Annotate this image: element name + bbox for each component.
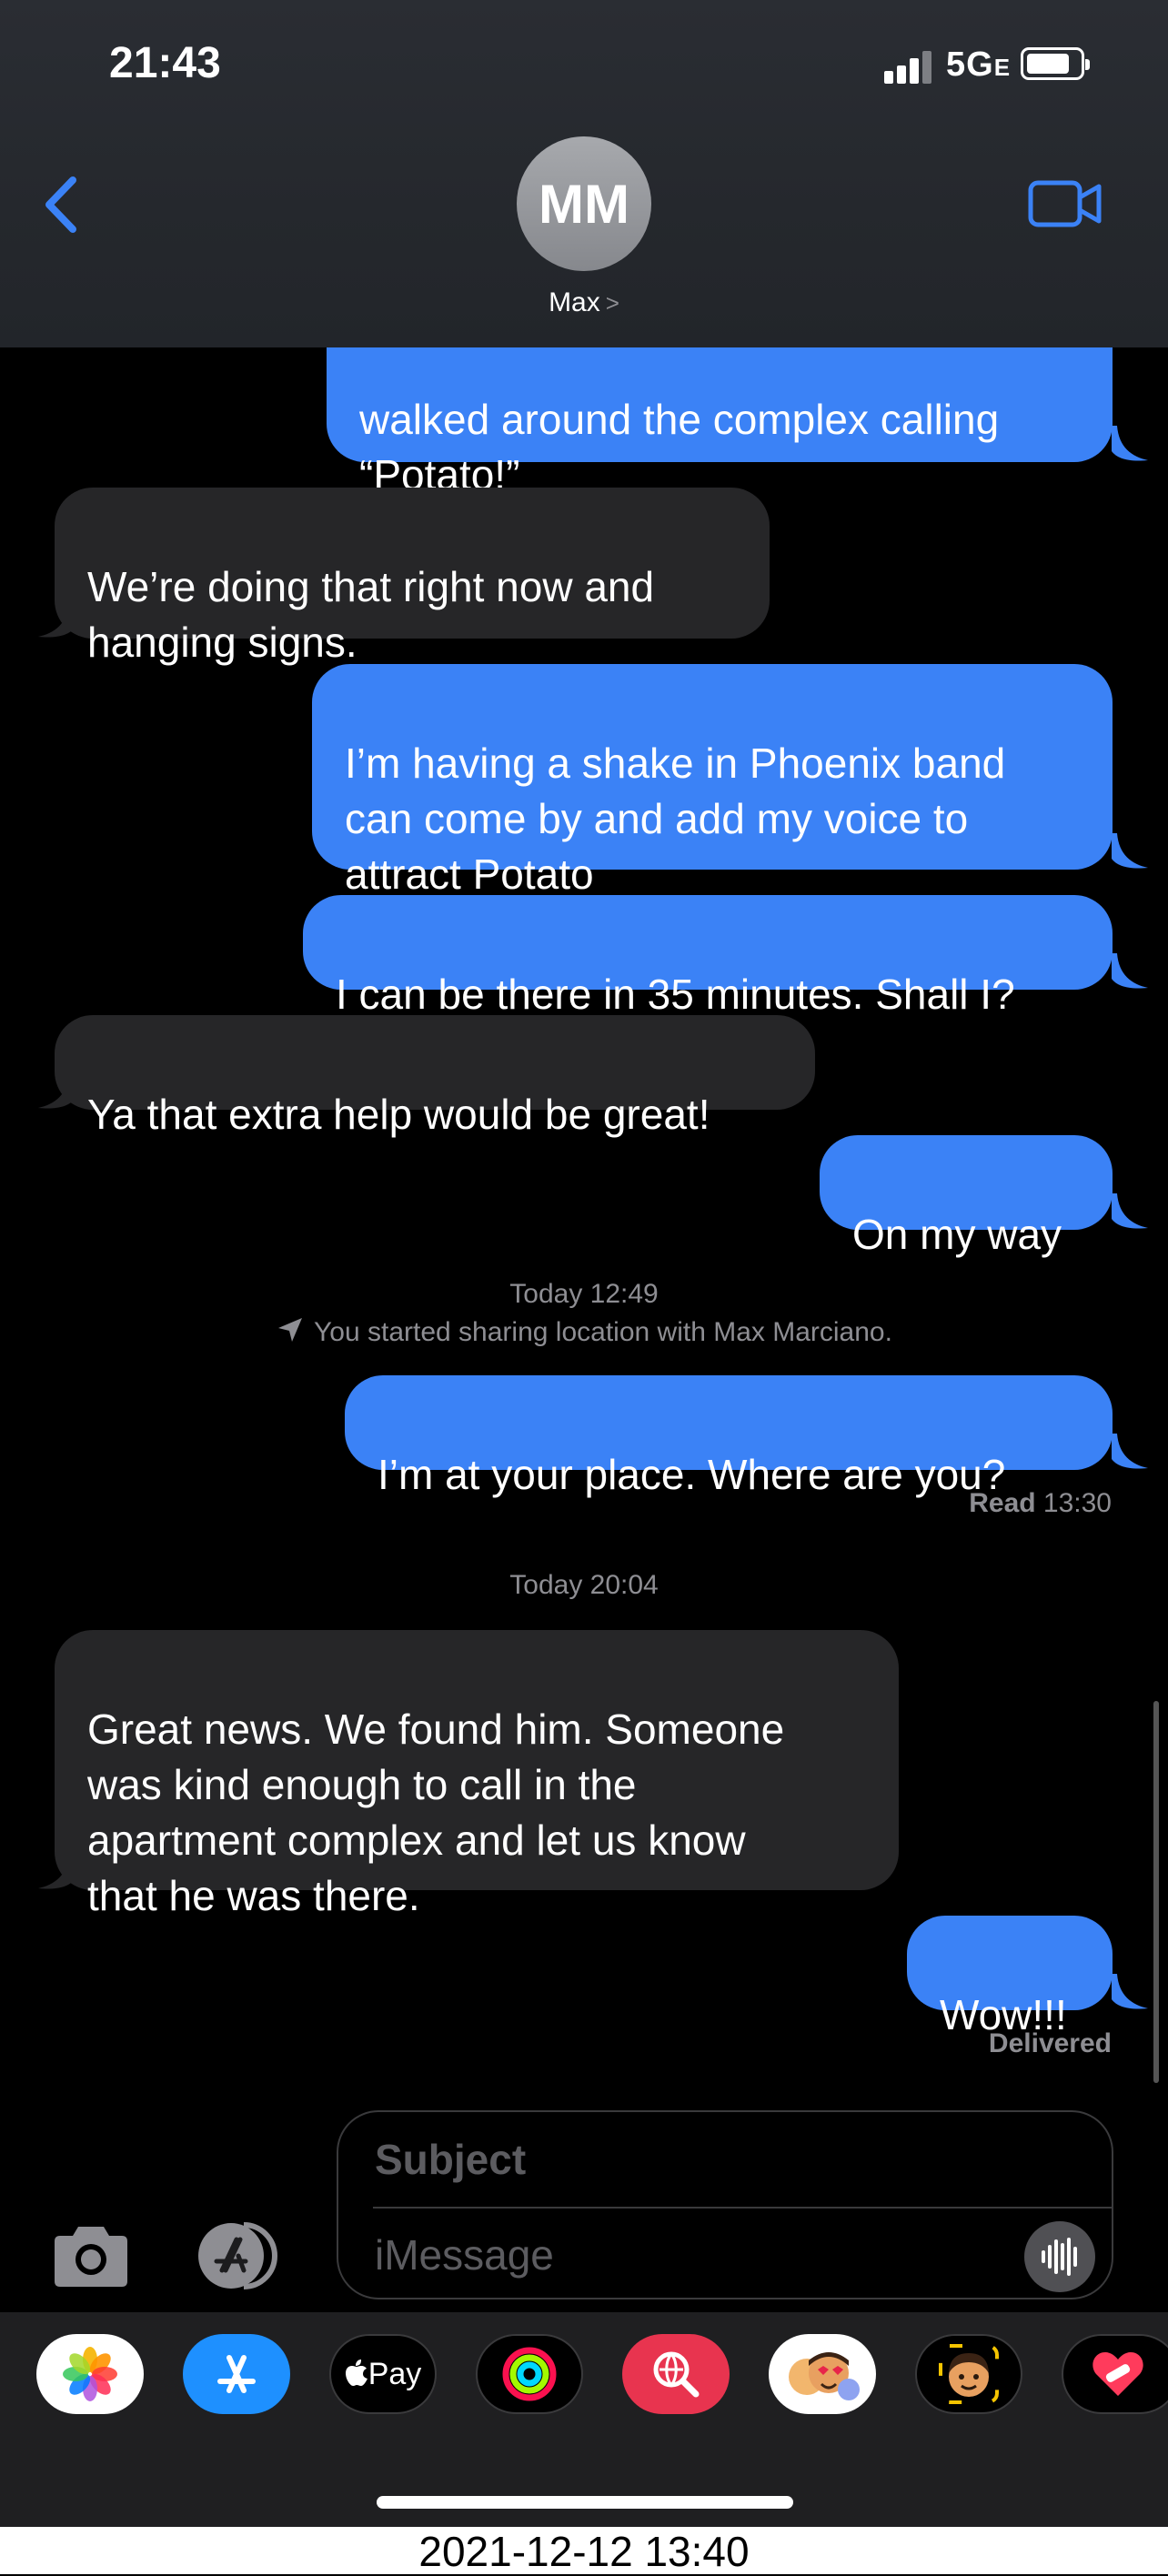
message-bubble-received[interactable]: Great news. We found him. Someone was ki… [55,1630,899,1919]
bubble-tail-icon [38,602,75,638]
activity-icon[interactable] [476,2334,583,2414]
contact-name: Max [549,287,600,317]
web-search-icon[interactable] [622,2334,730,2414]
message-bubble-received[interactable]: We’re doing that right now and hanging s… [55,488,770,666]
apple-pay-text: Pay [368,2356,422,2391]
memoji-icon[interactable] [915,2334,1022,2414]
conversation-header: 21:43 5GE MM Max > [0,0,1168,347]
chevron-right-icon: > [605,289,619,317]
timestamp: Today 12:49 [509,1279,659,1309]
back-chevron-icon[interactable] [36,173,91,236]
location-notice-text: You started sharing location with Max Ma… [314,1317,892,1347]
message-bubble-sent[interactable]: I’m having a shake in Phoenix band can c… [312,664,1113,898]
network-type: 5GE [946,45,1011,85]
timestamp: Today 20:04 [509,1570,659,1600]
avatar-initials: MM [539,173,629,235]
message-text: I’m having a shake in Phoenix band can c… [345,740,1006,898]
message-text: I’m at your place. Where are you? [378,1451,1006,1498]
camera-icon[interactable] [45,2219,136,2292]
scrollbar[interactable] [1153,1701,1159,2083]
memoji-stickers-icon[interactable] [769,2334,876,2414]
apple-pay-icon[interactable]: Pay [329,2334,437,2414]
heart-stickers-icon[interactable] [1062,2334,1168,2414]
network-suffix: E [993,54,1012,81]
message-text: On my way [852,1211,1062,1258]
message-bubble-sent[interactable]: On my way [820,1135,1113,1258]
bubble-tail-icon [1112,426,1148,461]
bubble-tail-icon [1112,833,1148,869]
message-bubble-received[interactable]: Ya that extra help would be great! [55,1015,815,1138]
message-text: Great news. We found him. Someone was ki… [87,1706,785,1919]
message-bubble-sent[interactable]: I can be there in 35 minutes. Shall I? [303,895,1113,1018]
network-label: 5G [946,45,994,84]
bubble-tail-icon [1112,1974,1148,2009]
bubble-tail-icon [38,1854,75,1889]
facetime-video-icon[interactable] [1028,177,1103,232]
app-store-apps-icon[interactable] [187,2219,293,2292]
message-text: We’re doing that right now and hanging s… [87,563,655,666]
read-time: 13:30 [1042,1488,1112,1518]
bubble-tail-icon [1112,1193,1148,1229]
contact-avatar[interactable]: MM [517,136,651,271]
imessage-input[interactable] [373,2227,995,2283]
bubble-tail-icon [38,1073,75,1109]
battery-icon [1021,47,1090,80]
location-sharing-notice: You started sharing location with Max Ma… [0,1315,1168,1348]
message-bubble-sent[interactable]: I’m at your place. Where are you? [345,1375,1113,1498]
compose-box [337,2110,1113,2299]
bubble-tail-icon [1112,1434,1148,1469]
read-receipt: Read 13:30 [969,1488,1112,1519]
app-store-icon[interactable] [183,2334,290,2414]
location-arrow-icon [278,1318,303,1342]
read-label: Read [969,1488,1036,1518]
message-text: Ya that extra help would be great! [87,1091,710,1138]
screenshot-caption: 2021-12-12 13:40 [0,2527,1168,2575]
audio-waveform-icon[interactable] [1024,2221,1095,2292]
home-indicator[interactable] [377,2496,793,2509]
photos-icon[interactable] [36,2334,144,2414]
delivered-status: Delivered [988,2028,1112,2058]
contact-name-button[interactable]: Max > [0,287,1168,318]
compose-divider [373,2207,1112,2209]
status-time: 21:43 [109,39,221,87]
bubble-tail-icon [1112,953,1148,989]
message-text: walked around the complex calling “Potat… [359,396,1000,498]
message-text: I can be there in 35 minutes. Shall I? [336,971,1015,1018]
subject-field[interactable] [373,2132,1077,2187]
cellular-signal-icon [884,47,939,84]
message-bubble-sent[interactable]: Wow!!! [907,1916,1113,2038]
apple-pay-label: Pay [345,2356,422,2392]
